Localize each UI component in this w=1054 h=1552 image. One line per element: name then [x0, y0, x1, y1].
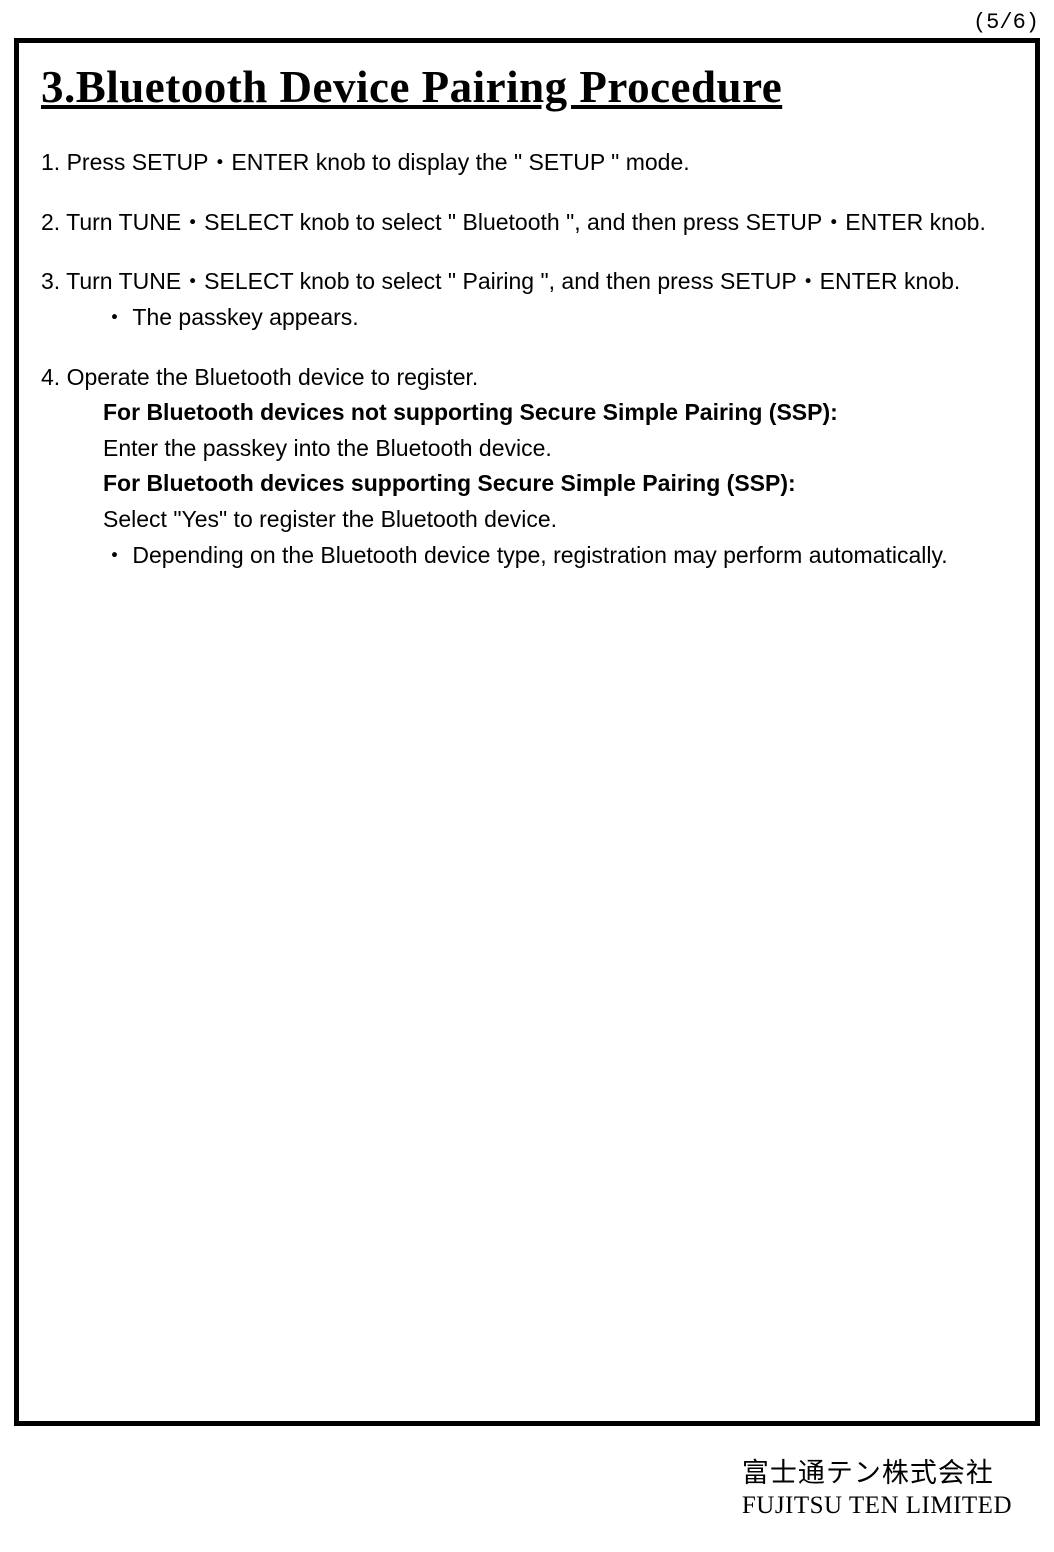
- step-2: 2. Turn TUNE・SELECT knob to select " Blu…: [41, 205, 1017, 241]
- page-number: (5/6): [973, 10, 1039, 35]
- footer-company-jp: 富士通テン株式会社: [742, 1451, 1012, 1490]
- step-3-text: 3. Turn TUNE・SELECT knob to select " Pai…: [41, 264, 1017, 300]
- footer: 富士通テン株式会社 FUJITSU TEN LIMITED: [742, 1451, 1012, 1520]
- step-3: 3. Turn TUNE・SELECT knob to select " Pai…: [41, 264, 1017, 335]
- step-4-text: 4. Operate the Bluetooth device to regis…: [41, 360, 1017, 396]
- step-4-ssp-text: Select "Yes" to register the Bluetooth d…: [41, 502, 1017, 538]
- step-4-heading-ssp: For Bluetooth devices supporting Secure …: [41, 466, 1017, 502]
- step-4-auto-note: ・ Depending on the Bluetooth device type…: [41, 538, 1017, 574]
- step-3-note: ・ The passkey appears.: [41, 300, 1017, 336]
- footer-company-en: FUJITSU TEN LIMITED: [742, 1492, 1012, 1520]
- step-4: 4. Operate the Bluetooth device to regis…: [41, 360, 1017, 574]
- content-frame: 3.Bluetooth Device Pairing Procedure 1. …: [14, 38, 1040, 1426]
- section-title: 3.Bluetooth Device Pairing Procedure: [41, 61, 1017, 113]
- step-4-nossp-text: Enter the passkey into the Bluetooth dev…: [41, 431, 1017, 467]
- step-4-heading-nossp: For Bluetooth devices not supporting Sec…: [41, 395, 1017, 431]
- step-1: 1. Press SETUP・ENTER knob to display the…: [41, 145, 1017, 181]
